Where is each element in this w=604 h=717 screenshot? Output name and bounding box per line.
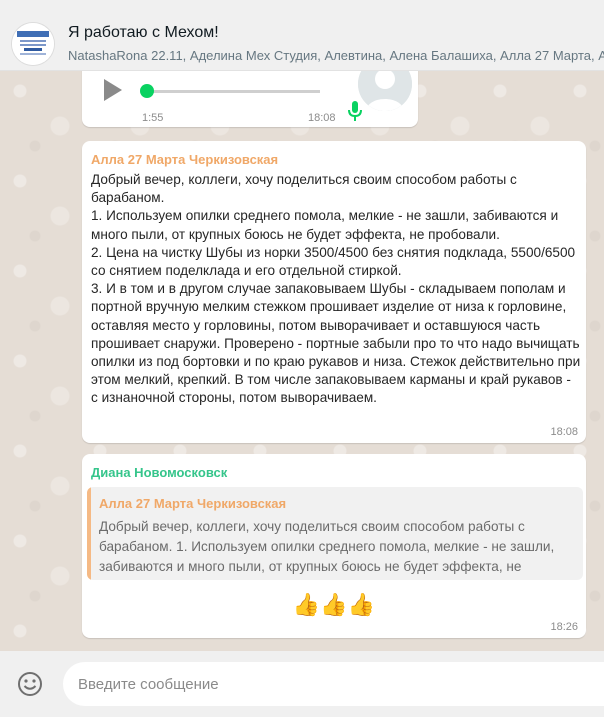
- group-avatar[interactable]: [12, 23, 54, 65]
- smiley-icon[interactable]: [17, 671, 43, 702]
- quote-bar: [87, 487, 91, 580]
- message-sender[interactable]: Алла 27 Марта Черкизовская: [91, 152, 278, 167]
- message-sender[interactable]: Диана Новомосковск: [91, 465, 227, 480]
- quoted-text: Добрый вечер, коллеги, хочу поделиться с…: [99, 519, 555, 574]
- quoted-sender: Алла 27 Марта Черкизовская: [99, 496, 287, 511]
- chat-members[interactable]: NatashaRona 22.11, Аделина Мех Студия, А…: [68, 48, 604, 63]
- microphone-icon: [348, 101, 362, 128]
- voice-duration: 1:55: [142, 112, 164, 124]
- message-time: 18:26: [550, 621, 578, 633]
- message-bubble[interactable]: Алла 27 Марта Черкизовская Добрый вечер,…: [82, 141, 586, 443]
- chat-header[interactable]: Я работаю с Мехом! NatashaRona 22.11, Ад…: [0, 0, 604, 71]
- message-time: 18:08: [308, 112, 336, 124]
- voice-progress-track[interactable]: [142, 90, 320, 93]
- message-bubble[interactable]: Диана Новомосковск Алла 27 Марта Черкизо…: [82, 454, 586, 638]
- default-avatar-icon: [358, 71, 412, 111]
- message-text: Добрый вечер, коллеги, хочу поделиться с…: [91, 172, 581, 406]
- voice-progress-knob[interactable]: [140, 84, 154, 98]
- message-input-placeholder[interactable]: Введите сообщение: [78, 676, 219, 693]
- message-input[interactable]: Введите сообщение: [63, 662, 604, 706]
- voice-message: 1:55 18:08: [82, 71, 418, 127]
- message-time: 18:08: [550, 426, 578, 438]
- message-composer: Введите сообщение: [0, 651, 604, 717]
- quoted-message[interactable]: Алла 27 Марта Черкизовская Добрый вечер,…: [87, 487, 583, 580]
- thumbs-up-icon: 👍👍👍: [292, 592, 376, 617]
- play-icon[interactable]: [104, 79, 122, 101]
- chat-title[interactable]: Я работаю с Мехом!: [68, 24, 219, 42]
- message-list[interactable]: 1:55 18:08 Алла 27 Марта Черкизовская До…: [0, 71, 604, 651]
